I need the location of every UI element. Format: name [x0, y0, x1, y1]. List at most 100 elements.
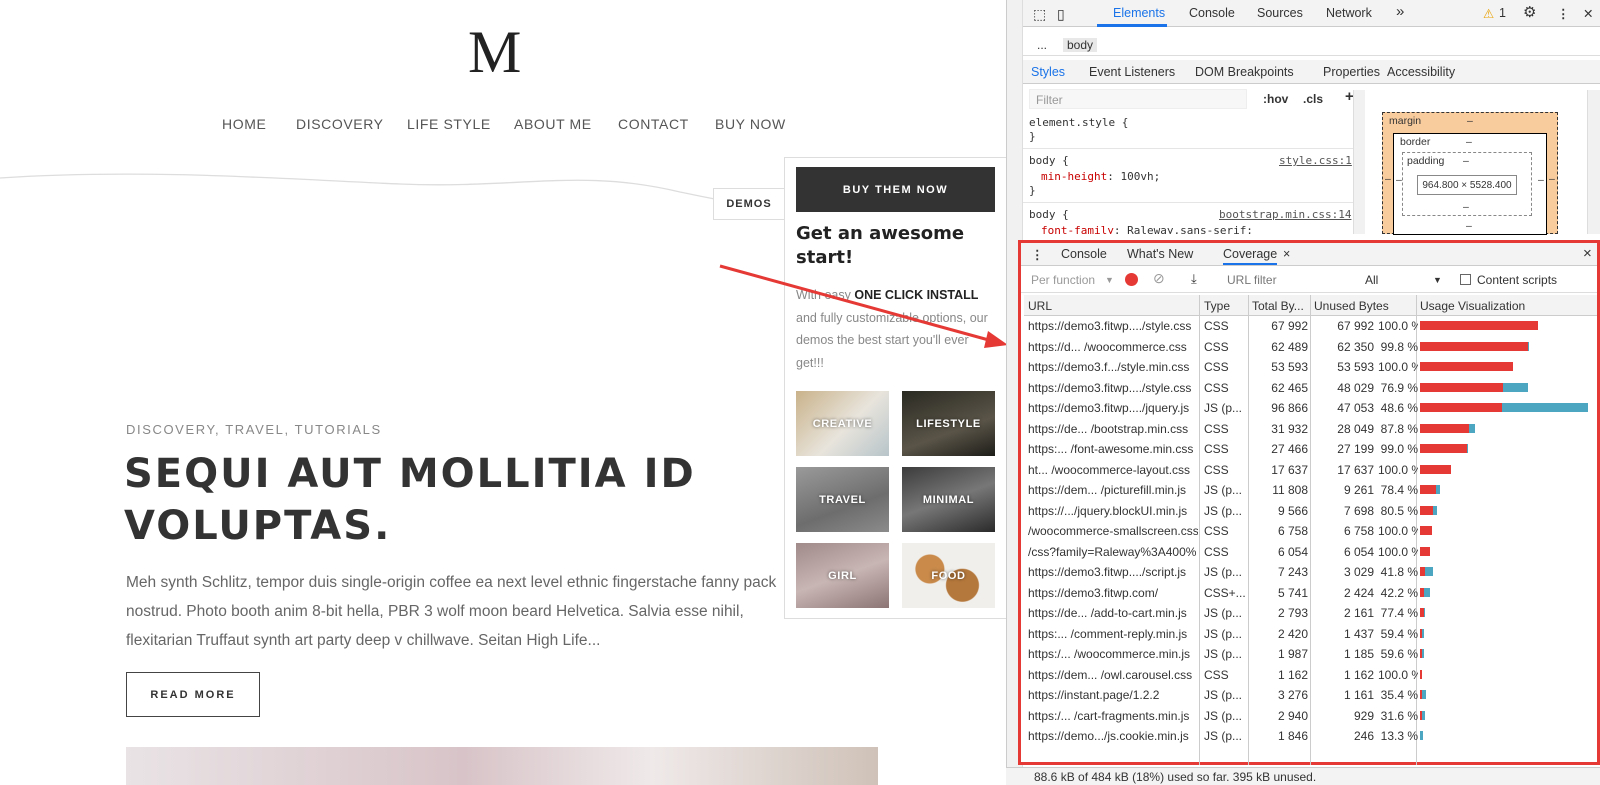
nav-home[interactable]: HOME	[222, 116, 266, 132]
coverage-row[interactable]: https:/... /cart-fragments.min.js JS (p..…	[1024, 706, 1597, 727]
coverage-row[interactable]: https://demo3.f.../style.min.css CSS 53 59…	[1024, 357, 1597, 378]
warning-icon[interactable]: ⚠	[1483, 6, 1494, 21]
subtab-accessibility[interactable]: Accessibility	[1387, 65, 1455, 79]
rule2-source-link[interactable]: bootstrap.min.css:14	[1219, 208, 1351, 221]
close-devtools-icon[interactable]: ✕	[1583, 6, 1593, 21]
content-scripts-checkbox[interactable]	[1460, 274, 1471, 285]
per-function-select[interactable]: Per function	[1031, 273, 1095, 287]
nav-buy-now[interactable]: BUY NOW	[715, 116, 786, 132]
drawer-tab-console[interactable]: Console	[1061, 247, 1107, 261]
nav-contact[interactable]: CONTACT	[618, 116, 689, 132]
col-usage-visualization[interactable]: Usage Visualization	[1420, 299, 1525, 313]
coverage-row[interactable]: https:... /font-awesome.min.css CSS 27 466…	[1024, 439, 1597, 460]
element-style-rule[interactable]: element.style {	[1029, 116, 1128, 129]
demos-tab[interactable]: DEMOS	[713, 188, 785, 220]
demo-tile-travel[interactable]: TRAVEL	[796, 467, 889, 532]
settings-gear-icon[interactable]: ⚙	[1523, 3, 1536, 21]
drawer-tab-coverage[interactable]: Coverage	[1223, 247, 1278, 265]
coverage-row[interactable]: https://demo3.fitwp..../jquery.js JS (p..…	[1024, 398, 1597, 419]
drawer-tab-whats-new[interactable]: What's New	[1127, 247, 1193, 261]
subtab-dom-breakpoints[interactable]: DOM Breakpoints	[1195, 65, 1294, 79]
coverage-row[interactable]: https://d... /woocommerce.css CSS 62 489 62…	[1024, 337, 1597, 358]
coverage-row[interactable]: /woocommerce-smallscreen.css CSS 6 758 6 75…	[1024, 521, 1597, 542]
post-categories[interactable]: DISCOVERY, TRAVEL, TUTORIALS	[126, 422, 382, 437]
read-more-button[interactable]: READ MORE	[126, 672, 260, 717]
usage-bar	[1420, 485, 1441, 494]
coverage-row[interactable]: https://demo.../js.cookie.min.js JS (p...…	[1024, 726, 1597, 747]
post-featured-image[interactable]	[126, 747, 878, 785]
demo-tile-girl[interactable]: GIRL	[796, 543, 889, 608]
record-coverage-icon[interactable]	[1125, 273, 1138, 286]
nav-about-me[interactable]: ABOUT ME	[514, 116, 592, 132]
warning-count[interactable]: 1	[1499, 6, 1506, 20]
content-scripts-label[interactable]: Content scripts	[1477, 273, 1557, 287]
boxmodel-scrollbar[interactable]	[1587, 90, 1600, 234]
rule2-declaration[interactable]: font-family: Raleway,sans-serif;	[1041, 224, 1253, 234]
rule2-selector[interactable]: body {	[1029, 208, 1069, 221]
hov-toggle[interactable]: :hov	[1263, 92, 1288, 106]
tab-console[interactable]: Console	[1189, 6, 1235, 20]
subtab-event-listeners[interactable]: Event Listeners	[1089, 65, 1175, 79]
col-url[interactable]: URL	[1028, 299, 1052, 313]
clear-icon[interactable]: ⊘	[1153, 270, 1165, 287]
coverage-row[interactable]: https:... /comment-reply.min.js JS (p... 2…	[1024, 624, 1597, 645]
demo-tile-lifestyle[interactable]: LIFESTYLE	[902, 391, 995, 456]
rule1-source-link[interactable]: style.css:1	[1279, 154, 1352, 167]
inspect-element-icon[interactable]: ⬚	[1033, 6, 1046, 23]
nav-life-style[interactable]: LIFE STYLE	[407, 116, 491, 132]
subtab-styles[interactable]: Styles	[1031, 65, 1065, 79]
box-model-padding[interactable]: padding – – 964.800 × 5528.400	[1402, 152, 1532, 216]
box-model-margin[interactable]: margin – – – border – – – – padding – – …	[1382, 112, 1558, 235]
tab-sources[interactable]: Sources	[1257, 6, 1303, 20]
tab-network[interactable]: Network	[1326, 6, 1372, 20]
buy-them-now-button[interactable]: BUY THEM NOW	[796, 167, 995, 212]
demos-panel: BUY THEM NOW Get an awesome start! With …	[784, 157, 1006, 619]
rule1-selector[interactable]: body {	[1029, 154, 1069, 167]
tab-elements[interactable]: Elements	[1113, 6, 1165, 20]
nav-discovery[interactable]: DISCOVERY	[296, 116, 384, 132]
demo-tile-minimal[interactable]: MINIMAL	[902, 467, 995, 532]
coverage-row[interactable]: https:/... /woocommerce.min.js JS (p... 1 …	[1024, 644, 1597, 665]
row-total-bytes: 1 162	[1277, 667, 1308, 682]
coverage-row[interactable]: https://de... /bootstrap.min.css CSS 31 93…	[1024, 419, 1597, 440]
rule1-declaration[interactable]: min-height: 100vh;	[1041, 170, 1160, 183]
type-filter-select[interactable]: All	[1365, 273, 1378, 287]
breadcrumb-ellipsis[interactable]: ...	[1037, 38, 1047, 52]
coverage-row[interactable]: https://demo3.fitwp..../script.js JS (p..…	[1024, 562, 1597, 583]
more-tabs-icon[interactable]: »	[1396, 3, 1404, 20]
url-filter-input[interactable]: URL filter	[1227, 273, 1277, 287]
box-model-border[interactable]: border – – – – padding – – 964.800 × 552…	[1393, 133, 1547, 235]
demo-tile-food[interactable]: FOOD	[902, 543, 995, 608]
styles-scrollbar[interactable]	[1353, 90, 1365, 234]
kebab-menu-icon[interactable]: ⋮	[1557, 6, 1570, 21]
export-download-icon[interactable]: ⤓	[1191, 271, 1197, 287]
coverage-row[interactable]: /css?family=Raleway%3A400% CSS 6 054 6 054 1…	[1024, 542, 1597, 563]
row-type: JS (p...	[1204, 483, 1243, 497]
col-total-bytes[interactable]: Total By...	[1252, 299, 1304, 313]
cls-toggle[interactable]: .cls	[1303, 92, 1323, 106]
breadcrumb-body[interactable]: body	[1063, 38, 1098, 52]
coverage-row[interactable]: https://.../jquery.blockUI.min.js JS (p..…	[1024, 501, 1597, 522]
coverage-row[interactable]: https://dem... /owl.carousel.css CSS 1 162…	[1024, 665, 1597, 686]
styles-filter-input[interactable]: Filter	[1029, 89, 1247, 109]
coverage-row[interactable]: ht... /woocommerce-layout.css CSS 17 637 17…	[1024, 460, 1597, 481]
device-toolbar-icon[interactable]: ▯	[1057, 6, 1065, 23]
coverage-row[interactable]: https://instant.page/1.2.2 JS (p... 3 276 1…	[1024, 685, 1597, 706]
coverage-row[interactable]: https://demo3.fitwp.com/CSS+... 5 741 2 42…	[1024, 583, 1597, 604]
coverage-row[interactable]: https://demo3.fitwp..../style.css CSS 62 4…	[1024, 378, 1597, 399]
site-logo[interactable]: M	[468, 22, 521, 82]
col-unused-bytes[interactable]: Unused Bytes	[1314, 299, 1389, 313]
coverage-row[interactable]: https://de... /add-to-cart.min.js JS (p..…	[1024, 603, 1597, 624]
row-url: https://dem... /picturefill.min.js	[1028, 483, 1187, 497]
subtab-properties[interactable]: Properties	[1323, 65, 1380, 79]
coverage-row[interactable]: https://dem... /picturefill.min.js JS (p.…	[1024, 480, 1597, 501]
close-coverage-tab-icon[interactable]: ×	[1283, 247, 1290, 261]
post-title[interactable]: SEQUI AUT MOLLITIA ID VOLUPTAS.	[124, 448, 764, 552]
drawer-menu-icon[interactable]: ⋮	[1031, 247, 1044, 262]
coverage-row[interactable]: https://demo3.fitwp..../style.css CSS 67 9…	[1024, 316, 1597, 337]
demo-tile-creative[interactable]: CREATIVE	[796, 391, 889, 456]
col-type[interactable]: Type	[1204, 299, 1230, 313]
close-drawer-icon[interactable]: ×	[1583, 245, 1592, 262]
row-unused-bytes: 7 698	[1343, 503, 1374, 518]
box-model-content[interactable]: 964.800 × 5528.400	[1417, 175, 1517, 195]
